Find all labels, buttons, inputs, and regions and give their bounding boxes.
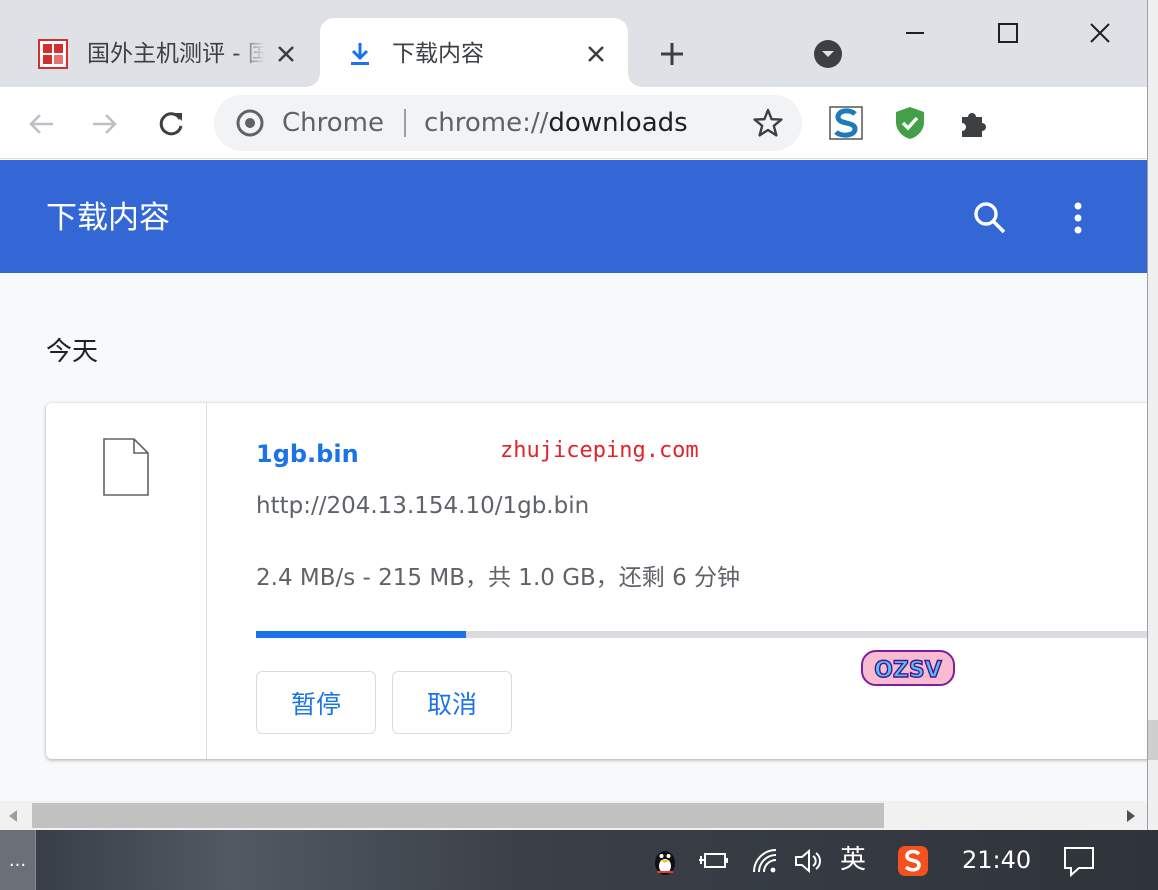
ime-language-indicator[interactable]: 英 xyxy=(840,842,866,878)
tab-strip: 国外主机测评 - 国 下载内容 xyxy=(0,0,1147,87)
tab-downloads[interactable]: 下载内容 xyxy=(320,18,628,87)
qq-penguin-icon[interactable] xyxy=(648,844,682,878)
ozsv-sticker-logo: OZSV xyxy=(861,650,955,686)
date-section-label: 今天 xyxy=(46,337,99,367)
close-tab-icon[interactable] xyxy=(270,38,302,70)
file-source-url[interactable]: http://204.13.154.10/1gb.bin xyxy=(256,491,589,521)
download-item-card: 1gb.bin zhujiceping.com http://204.13.15… xyxy=(46,403,1147,759)
url-text[interactable]: chrome://downloads xyxy=(424,107,688,139)
shield-extension-icon[interactable] xyxy=(892,105,928,141)
reload-button[interactable] xyxy=(150,103,192,145)
sogou-input-icon[interactable] xyxy=(896,844,930,878)
chrome-logo-icon xyxy=(236,109,264,137)
windows-taskbar: ... 英 21:40 xyxy=(0,830,1158,890)
action-center-icon[interactable] xyxy=(1062,844,1096,878)
volume-icon[interactable] xyxy=(792,844,826,878)
close-window-button[interactable] xyxy=(1077,10,1123,56)
more-menu-icon[interactable] xyxy=(1060,198,1096,238)
vertical-scroll-thumb[interactable] xyxy=(1148,720,1158,760)
file-icon xyxy=(103,438,149,496)
wifi-icon[interactable] xyxy=(748,844,782,878)
browser-toolbar: Chrome chrome://downloads xyxy=(0,87,1147,159)
downloads-content: 今天 1gb.bin zhujiceping.com http://204.13… xyxy=(0,273,1147,801)
maximize-button[interactable] xyxy=(985,10,1031,56)
forward-button[interactable] xyxy=(84,103,126,145)
watermark-text: zhujiceping.com xyxy=(500,438,699,463)
page-title: 下载内容 xyxy=(46,200,170,236)
tab-title: 下载内容 xyxy=(392,41,484,67)
download-progress-bar xyxy=(256,631,1147,638)
vertical-scrollbar[interactable] xyxy=(1148,0,1158,830)
horizontal-scroll-thumb[interactable] xyxy=(32,803,884,828)
system-clock[interactable]: 21:40 xyxy=(962,842,1031,878)
site-label: Chrome xyxy=(282,108,384,138)
horizontal-scrollbar[interactable] xyxy=(0,801,1147,830)
search-icon[interactable] xyxy=(970,198,1010,238)
tab-search-icon[interactable] xyxy=(810,36,846,72)
download-status: 2.4 MB/s - 215 MB，共 1.0 GB，还剩 6 分钟 xyxy=(256,565,741,591)
file-name-link[interactable]: 1gb.bin xyxy=(256,439,359,469)
close-tab-icon[interactable] xyxy=(580,38,612,70)
download-progress-fill xyxy=(256,631,467,638)
pause-button[interactable]: 暂停 xyxy=(256,671,376,734)
file-icon-column xyxy=(46,403,207,759)
taskbar-app-button[interactable]: ... xyxy=(0,830,36,890)
back-button[interactable] xyxy=(20,103,62,145)
minimize-button[interactable] xyxy=(892,10,938,56)
site-favicon-icon xyxy=(38,39,68,69)
cancel-button[interactable]: 取消 xyxy=(392,671,512,734)
omnibox-separator xyxy=(404,109,406,137)
extension-s-icon[interactable] xyxy=(828,105,864,141)
tab-title: 国外主机测评 - 国 xyxy=(87,38,265,70)
bookmark-star-icon[interactable] xyxy=(752,107,784,139)
scroll-left-arrow-icon[interactable] xyxy=(4,807,22,825)
address-bar[interactable]: Chrome chrome://downloads xyxy=(214,95,802,151)
browser-window: 国外主机测评 - 国 下载内容 Chrome chrome://download… xyxy=(0,0,1148,830)
new-tab-button[interactable] xyxy=(652,36,692,72)
downloads-header: 下载内容 xyxy=(0,160,1147,273)
svg-text:OZSV: OZSV xyxy=(874,658,942,683)
scroll-right-arrow-icon[interactable] xyxy=(1122,807,1140,825)
download-icon xyxy=(351,43,369,65)
battery-plug-icon[interactable] xyxy=(696,844,730,878)
puzzle-extensions-icon[interactable] xyxy=(956,105,992,141)
tab-hosting-review[interactable]: 国外主机测评 - 国 xyxy=(20,18,318,87)
